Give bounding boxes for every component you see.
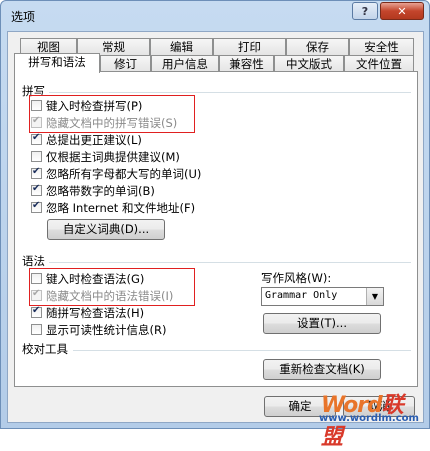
close-button[interactable]: ✕: [380, 2, 424, 20]
checkbox[interactable]: [31, 132, 42, 145]
spelling-separator: [49, 92, 411, 93]
options-dialog: 选项 ? ✕ 视图 常规 编辑 打印 保存 安全性 拼写和语法 修订 用户信息 …: [0, 0, 430, 450]
option-label: 显示可读性统计信息(R): [46, 322, 167, 337]
grammar-settings-button[interactable]: 设置(T)...: [263, 313, 381, 334]
checkbox[interactable]: [31, 305, 42, 318]
ignore-internet-file-addresses[interactable]: 忽略 Internet 和文件地址(F): [31, 200, 195, 215]
grammar-section-title: 语法: [22, 254, 45, 268]
tab-security[interactable]: 安全性: [349, 38, 414, 56]
dialog-title: 选项: [11, 10, 36, 24]
option-label: 忽略带数字的单词(B): [46, 183, 155, 198]
ignore-words-with-numbers[interactable]: 忽略带数字的单词(B): [31, 183, 155, 198]
grammar-separator: [49, 262, 411, 263]
close-icon: ✕: [397, 4, 407, 18]
option-label: 总提出更正建议(L): [46, 132, 142, 147]
checkbox[interactable]: [31, 324, 42, 335]
option-label: 忽略所有字母都大写的单词(U): [46, 166, 202, 181]
proofing-tools-title: 校对工具: [22, 342, 68, 356]
watermark-url: www.wordlm.com: [319, 413, 419, 424]
ignore-uppercase-words[interactable]: 忽略所有字母都大写的单词(U): [31, 166, 201, 181]
help-button[interactable]: ?: [352, 2, 378, 20]
tab-spelling-grammar[interactable]: 拼写和语法: [14, 53, 100, 73]
checkbox[interactable]: [31, 183, 42, 196]
proofing-separator: [73, 350, 411, 351]
checkbox[interactable]: [31, 166, 42, 179]
custom-dictionaries-button[interactable]: 自定义词典(D)...: [47, 219, 165, 240]
writing-style-label: 写作风格(W):: [261, 271, 332, 285]
checkbox[interactable]: [31, 200, 42, 213]
option-label: 忽略 Internet 和文件地址(F): [46, 200, 196, 215]
tab-print[interactable]: 打印: [213, 38, 286, 56]
writing-style-select[interactable]: Grammar Only ▼: [261, 287, 384, 306]
highlight-box-grammar: [29, 268, 195, 306]
tab-save[interactable]: 保存: [286, 38, 349, 56]
help-icon: ?: [361, 4, 369, 18]
highlight-box-spelling: [29, 95, 195, 133]
check-grammar-with-spelling[interactable]: 随拼写检查语法(H): [31, 305, 144, 320]
option-label: 仅根据主词典提供建议(M): [46, 149, 180, 164]
checkbox[interactable]: [31, 151, 42, 162]
recheck-document-button[interactable]: 重新检查文档(K): [263, 359, 381, 380]
show-readability-statistics[interactable]: 显示可读性统计信息(R): [31, 322, 166, 337]
watermark-logo: Word联盟 www.wordlm.com: [319, 387, 423, 450]
title-bar: 选项 ? ✕: [1, 1, 429, 31]
chevron-down-icon[interactable]: ▼: [366, 288, 383, 305]
writing-style-value: Grammar Only: [265, 290, 338, 301]
option-label: 随拼写检查语法(H): [46, 305, 145, 320]
suggest-main-dictionary-only[interactable]: 仅根据主词典提供建议(M): [31, 149, 180, 164]
tab-edit[interactable]: 编辑: [150, 38, 213, 56]
always-suggest-corrections[interactable]: 总提出更正建议(L): [31, 132, 142, 147]
